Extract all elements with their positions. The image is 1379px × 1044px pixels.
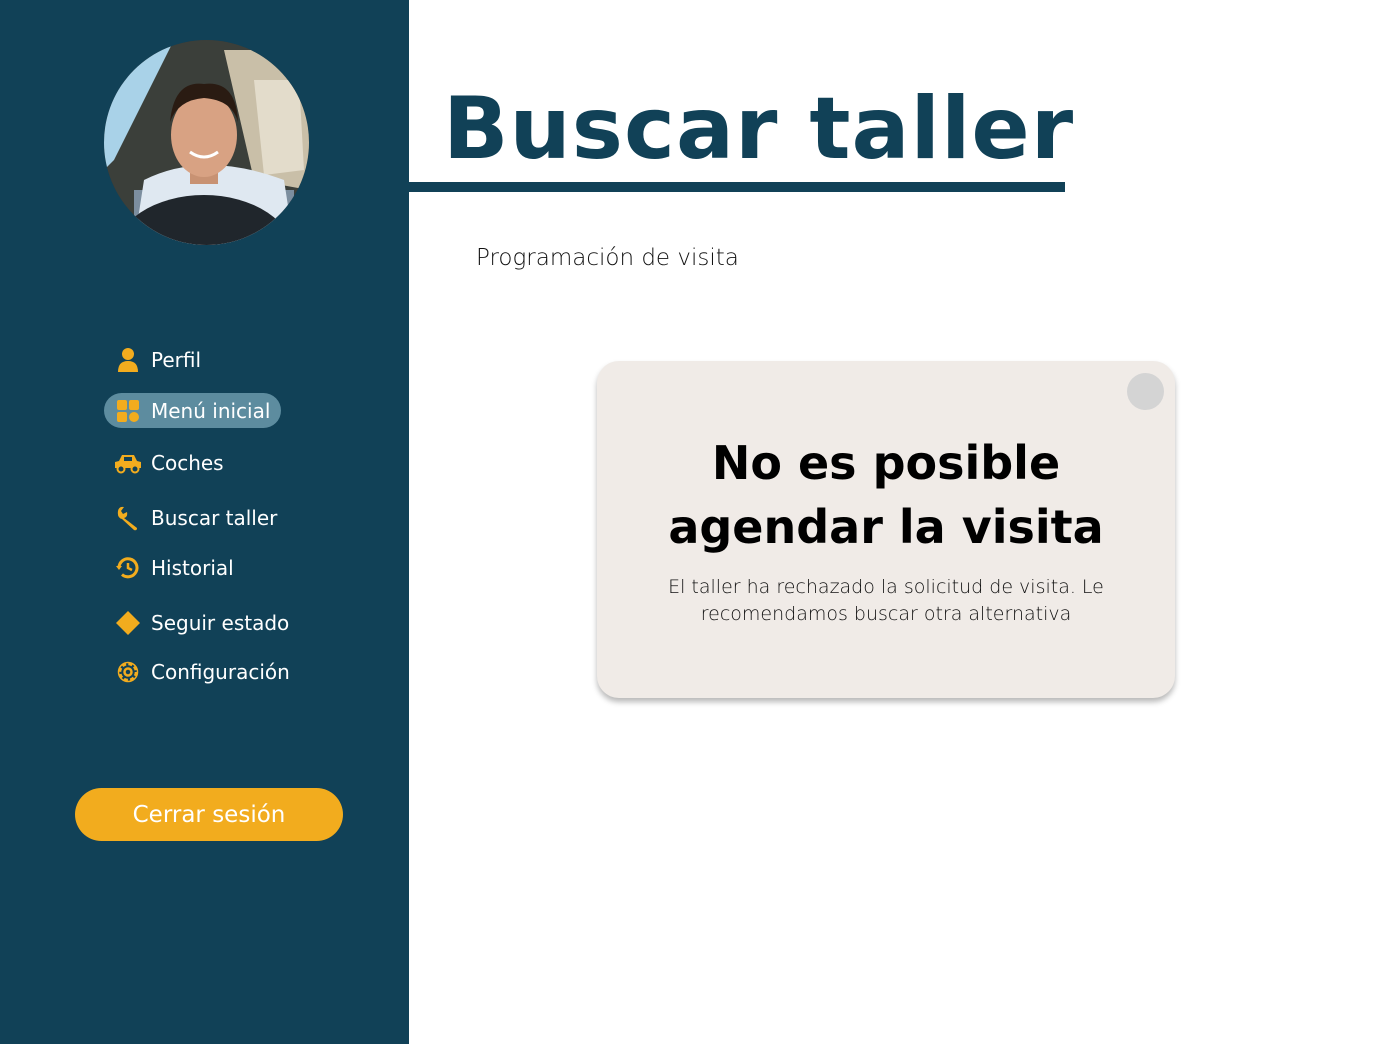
history-icon	[115, 555, 141, 581]
sidebar-item-label: Historial	[151, 555, 234, 580]
sidebar-item-label: Menú inicial	[151, 398, 271, 423]
sidebar-item-label: Configuración	[151, 659, 290, 684]
title-underline	[409, 182, 1065, 192]
sidebar-item-label: Coches	[151, 450, 224, 475]
sidebar-item-label: Perfil	[151, 347, 202, 372]
dialog-message-line-2: recomendamos buscar otra alternativa	[700, 603, 1072, 625]
dialog-title-line-2: agendar la visita	[668, 500, 1104, 554]
sidebar-item-label: Seguir estado	[151, 610, 290, 635]
error-dialog: No es posible agendar la visita El talle…	[597, 361, 1175, 698]
sidebar-item-perfil[interactable]: Perfil	[104, 342, 201, 377]
dialog-message-line-1: El taller ha rechazado la solicitud de v…	[668, 576, 1104, 598]
section-subtitle: Programación de visita	[476, 245, 739, 271]
close-button[interactable]	[1127, 373, 1164, 410]
user-avatar[interactable]	[104, 40, 309, 245]
person-icon	[115, 347, 141, 373]
sidebar-item-configuracion[interactable]: Configuración	[104, 654, 290, 689]
gear-icon	[115, 659, 141, 685]
sidebar-item-buscar-taller[interactable]: Buscar taller	[104, 500, 277, 535]
wrench-icon	[115, 505, 141, 531]
grid-icon	[115, 398, 141, 424]
dialog-title-line-1: No es posible	[711, 436, 1061, 490]
dialog-title: No es posible agendar la visita	[597, 431, 1175, 559]
sidebar-item-seguir-estado[interactable]: Seguir estado	[104, 605, 289, 640]
dialog-message: El taller ha rechazado la solicitud de v…	[657, 574, 1115, 628]
diamond-icon	[115, 610, 141, 636]
sidebar-item-menu-inicial[interactable]: Menú inicial	[104, 393, 281, 428]
page-title: Buscar taller	[443, 79, 1075, 179]
car-icon	[113, 450, 143, 476]
sidebar-item-label: Buscar taller	[151, 505, 278, 530]
sidebar: Perfil Menú inicial Coches Buscar taller…	[0, 0, 409, 1044]
sidebar-item-coches[interactable]: Coches	[104, 445, 224, 480]
sidebar-item-historial[interactable]: Historial	[104, 550, 234, 585]
logout-button[interactable]: Cerrar sesión	[75, 788, 343, 841]
avatar-photo	[104, 40, 309, 245]
